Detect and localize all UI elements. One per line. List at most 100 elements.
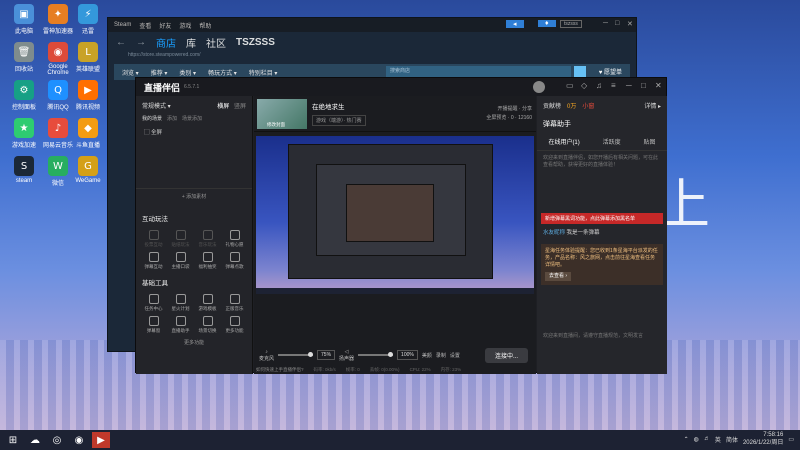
volume-icon[interactable]: ♬ xyxy=(704,436,710,442)
tab-stickers[interactable]: 贴图 xyxy=(644,137,656,146)
maximize-icon[interactable]: □ xyxy=(615,20,619,27)
desktop-icon[interactable]: ★ 游戏加速 xyxy=(6,118,42,149)
task-view-button[interactable]: 去查看 › xyxy=(545,272,572,281)
store-browse[interactable]: 浏览 ▾ xyxy=(122,68,139,77)
tab-add[interactable]: 添加 xyxy=(167,115,177,122)
nav-store[interactable]: 商店 xyxy=(156,35,176,50)
tab-online-users[interactable]: 在线用户(1) xyxy=(548,137,579,146)
tool-button[interactable]: 弹幕窗 xyxy=(140,316,167,334)
tool-button[interactable]: 更多功能 xyxy=(221,316,248,334)
tool-button[interactable]: 星火计划 xyxy=(167,294,194,312)
tool-button[interactable]: 直播助手 xyxy=(167,316,194,334)
mic-icon[interactable]: ♪ xyxy=(259,349,274,355)
steam-titlebar[interactable]: Steam 查看 好友 游戏 帮助 ◂ ♦ tszsss ─ □ ✕ xyxy=(108,18,636,32)
forward-arrow-icon[interactable]: → xyxy=(136,37,146,48)
tool-button[interactable]: 任务中心 xyxy=(140,294,167,312)
live-app-window[interactable]: 直播伴侣 6.5.7.1 ▭ ◇ ♫ ≡ ─ □ ✕ 常规模式 ▾ 横屏 竖屏 … xyxy=(135,77,667,374)
danmu-user[interactable]: 水友昵称 xyxy=(543,230,565,236)
settings-button[interactable]: 设置 xyxy=(450,352,460,359)
tool-button[interactable]: 场景切换 xyxy=(194,316,221,334)
start-icon[interactable]: ⊞ xyxy=(4,432,22,448)
stream-preview[interactable] xyxy=(256,136,534,294)
headset-icon[interactable]: ♫ xyxy=(596,81,602,90)
landscape-tab[interactable]: 横屏 xyxy=(217,104,229,110)
go-live-button[interactable]: 连接中... xyxy=(484,347,528,363)
speaker-volume-slider[interactable] xyxy=(358,352,394,357)
steam-bell-icon[interactable]: ♦ xyxy=(538,20,556,27)
minimize-icon[interactable]: ─ xyxy=(626,81,632,90)
avatar[interactable] xyxy=(533,81,545,93)
tool-button[interactable]: 游戏模板 xyxy=(194,294,221,312)
message-icon[interactable]: ▭ xyxy=(566,81,574,90)
desktop-icon[interactable]: ⚡ 迅雷 xyxy=(70,4,106,35)
tool-button[interactable]: 音乐玩法 xyxy=(194,230,221,248)
search-icon[interactable] xyxy=(574,66,586,77)
nav-profile[interactable]: TSZSSS xyxy=(236,37,275,48)
steam-taskbar-icon[interactable]: ◎ xyxy=(48,432,66,448)
help-link[interactable]: 如何快速上手直播伴侣? xyxy=(256,367,304,373)
tab-scene-add[interactable]: 场景添加 xyxy=(182,115,202,122)
desktop-icon[interactable]: G WeGame xyxy=(70,156,106,184)
tool-button[interactable]: 投票互动 xyxy=(140,230,167,248)
tool-button[interactable]: 主播口袋 xyxy=(167,252,194,270)
live-app-taskbar-icon[interactable]: ▶ xyxy=(92,432,110,448)
accelerator-taskbar-icon[interactable]: ◉ xyxy=(70,432,88,448)
cloud-app-icon[interactable]: ☁ xyxy=(26,432,44,448)
live-titlebar[interactable]: 直播伴侣 6.5.7.1 ▭ ◇ ♫ ≡ ─ □ ✕ xyxy=(136,78,666,96)
maximize-icon[interactable]: □ xyxy=(641,81,646,90)
tab-activity[interactable]: 活跃度 xyxy=(603,137,621,146)
back-arrow-icon[interactable]: ← xyxy=(116,37,126,48)
desktop-icon[interactable]: Ssteam xyxy=(6,156,42,184)
wishlist-button[interactable]: ♥ 愿望单 xyxy=(599,67,622,76)
speaker-icon[interactable]: ◁ xyxy=(339,349,354,355)
portrait-tab[interactable]: 竖屏 xyxy=(234,104,246,110)
close-icon[interactable]: ✕ xyxy=(655,81,662,90)
reminder-button[interactable]: 开播提醒 xyxy=(498,106,518,112)
beauty-button[interactable]: 美颜 xyxy=(422,352,432,359)
store-recommend[interactable]: 推荐 ▾ xyxy=(151,68,168,77)
store-search-input[interactable]: 搜索商店 xyxy=(386,66,571,77)
blacklist-notice[interactable]: 新增弹幕黑词功能，点此弹幕添加黑名单 xyxy=(541,213,663,224)
clock[interactable]: 7:58:16 2026/1/22/周日 xyxy=(743,431,783,447)
record-button[interactable]: 录制 xyxy=(436,352,446,359)
steam-announce-button[interactable]: ◂ xyxy=(506,20,524,28)
store-special[interactable]: 特别栏目 ▾ xyxy=(249,68,278,77)
tool-button[interactable]: 弹幕互动 xyxy=(140,252,167,270)
mode-select[interactable]: 常规模式 ▾ xyxy=(142,101,171,110)
minimize-icon[interactable]: ─ xyxy=(603,20,608,27)
tool-button[interactable]: 弹幕点歌 xyxy=(221,252,248,270)
preview-button[interactable]: 全屏预览 xyxy=(486,115,506,121)
tool-button[interactable]: 礼物心愿 xyxy=(221,230,248,248)
desktop-icon[interactable]: ▶ 腾讯视频 xyxy=(70,80,106,111)
notification-icon[interactable]: ▭ xyxy=(788,436,794,443)
desktop-icon[interactable]: ▣ 此电脑 xyxy=(6,4,42,35)
stream-title[interactable]: 在绝地求生 xyxy=(312,101,366,111)
desktop-icon[interactable]: L 英雄联盟 xyxy=(70,42,106,73)
add-source-button[interactable]: + 添加素材 xyxy=(136,188,252,200)
store-playstyle[interactable]: 畅玩方式 ▾ xyxy=(208,68,237,77)
mic-volume-slider[interactable] xyxy=(278,352,314,357)
category-select[interactable]: 游戏（端游）· 热门赛 xyxy=(312,115,366,126)
more-functions-link[interactable]: 更多功能 xyxy=(136,336,252,346)
tool-button[interactable]: 贴纸玩法 xyxy=(167,230,194,248)
store-categories[interactable]: 类别 ▾ xyxy=(179,68,196,77)
steam-menu-friends[interactable]: 好友 xyxy=(159,21,171,30)
input-method[interactable]: 英 xyxy=(715,435,721,444)
desktop-icon[interactable]: 🗑 回收站 xyxy=(6,42,42,73)
input-simplified[interactable]: 简体 xyxy=(726,435,738,444)
cover-thumbnail[interactable]: 修改封面 xyxy=(257,98,307,129)
steam-menu-steam[interactable]: Steam xyxy=(114,22,131,28)
steam-menu-games[interactable]: 游戏 xyxy=(179,21,191,30)
tab-my-scene[interactable]: 我的场景 xyxy=(142,115,162,122)
nav-community[interactable]: 社区 xyxy=(206,35,226,50)
desktop-icon[interactable]: ◆ 斗鱼直播 xyxy=(70,118,106,149)
menu-icon[interactable]: ≡ xyxy=(611,81,616,90)
tray-arrow-icon[interactable]: ⌃ xyxy=(684,436,689,443)
small-window-button[interactable]: 小窗 xyxy=(582,101,594,110)
steam-menu-view[interactable]: 查看 xyxy=(139,21,151,30)
tool-button[interactable]: 福利抽奖 xyxy=(194,252,221,270)
skin-icon[interactable]: ◇ xyxy=(581,81,587,90)
share-button[interactable]: 分享 xyxy=(522,106,532,112)
steam-user-menu[interactable]: tszsss xyxy=(560,20,582,28)
steam-menu-help[interactable]: 帮助 xyxy=(199,21,211,30)
